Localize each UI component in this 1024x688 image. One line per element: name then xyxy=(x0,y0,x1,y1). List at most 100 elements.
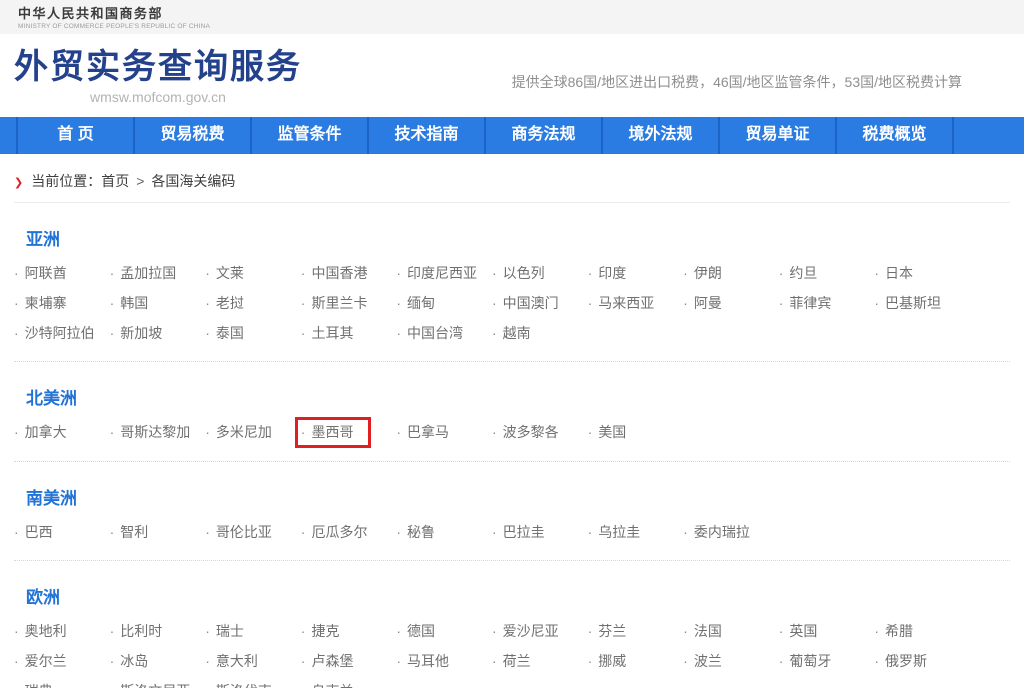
country-link[interactable]: 阿曼 xyxy=(694,295,722,311)
country-link[interactable]: 美国 xyxy=(598,424,626,440)
country-link[interactable]: 以色列 xyxy=(503,265,545,281)
country-link[interactable]: 越南 xyxy=(503,325,531,341)
country-link[interactable]: 斯洛伐克 xyxy=(216,683,272,688)
country-cell: ·委内瑞拉 xyxy=(683,517,779,547)
country-link[interactable]: 巴基斯坦 xyxy=(885,295,941,311)
country-link[interactable]: 斯里兰卡 xyxy=(311,295,367,311)
country-link[interactable]: 厄瓜多尔 xyxy=(311,524,367,540)
nav-item-4[interactable]: 技术指南 xyxy=(369,117,486,154)
country-link[interactable]: 波多黎各 xyxy=(503,424,559,440)
country-link[interactable]: 波兰 xyxy=(694,653,722,669)
nav-item-3[interactable]: 监管条件 xyxy=(252,117,369,154)
country-link[interactable]: 印度 xyxy=(598,265,626,281)
country-link[interactable]: 泰国 xyxy=(216,325,244,341)
country-link[interactable]: 中国澳门 xyxy=(503,295,559,311)
country-item: ·卢森堡 xyxy=(301,646,354,676)
country-link[interactable]: 卢森堡 xyxy=(311,653,353,669)
country-link[interactable]: 墨西哥 xyxy=(311,424,353,440)
country-link[interactable]: 新加坡 xyxy=(120,325,162,341)
country-link[interactable]: 德国 xyxy=(407,623,435,639)
country-link[interactable]: 中国台湾 xyxy=(407,325,463,341)
nav-items: 首 页贸易税费监管条件技术指南商务法规境外法规贸易单证税费概览 xyxy=(18,117,954,154)
country-link[interactable]: 俄罗斯 xyxy=(885,653,927,669)
country-link[interactable]: 巴西 xyxy=(25,524,53,540)
country-link[interactable]: 哥伦比亚 xyxy=(216,524,272,540)
country-link[interactable]: 巴拿马 xyxy=(407,424,449,440)
bullet-icon: · xyxy=(14,623,19,639)
ministry-name-cn: 中华人民共和国商务部 xyxy=(18,6,1024,22)
country-link[interactable]: 沙特阿拉伯 xyxy=(25,325,95,341)
country-link[interactable]: 印度尼西亚 xyxy=(407,265,477,281)
country-link[interactable]: 土耳其 xyxy=(311,325,353,341)
country-link[interactable]: 孟加拉国 xyxy=(120,265,176,281)
country-link[interactable]: 法国 xyxy=(694,623,722,639)
country-link[interactable]: 马耳他 xyxy=(407,653,449,669)
country-item: ·德国 xyxy=(396,616,435,646)
country-link[interactable]: 伊朗 xyxy=(694,265,722,281)
country-item: ·厄瓜多尔 xyxy=(301,517,368,547)
country-item: ·阿曼 xyxy=(683,288,722,318)
country-cell: ·以色列 xyxy=(492,258,588,288)
country-link[interactable]: 加拿大 xyxy=(25,424,67,440)
country-link[interactable]: 斯洛文尼亚 xyxy=(120,683,190,688)
country-link[interactable]: 荷兰 xyxy=(503,653,531,669)
bullet-icon: · xyxy=(110,653,115,669)
country-link[interactable]: 希腊 xyxy=(885,623,913,639)
country-cell: ·印度 xyxy=(588,258,684,288)
country-link[interactable]: 奥地利 xyxy=(25,623,67,639)
country-link[interactable]: 马来西亚 xyxy=(598,295,654,311)
country-link[interactable]: 文莱 xyxy=(216,265,244,281)
bullet-icon: · xyxy=(14,295,19,311)
country-item: ·巴拉圭 xyxy=(492,517,545,547)
nav-item-5[interactable]: 商务法规 xyxy=(486,117,603,154)
country-link[interactable]: 缅甸 xyxy=(407,295,435,311)
country-link[interactable]: 中国香港 xyxy=(311,265,367,281)
bullet-icon: · xyxy=(110,683,115,688)
country-link[interactable]: 葡萄牙 xyxy=(789,653,831,669)
country-link[interactable]: 巴拉圭 xyxy=(503,524,545,540)
country-link[interactable]: 柬埔寨 xyxy=(25,295,67,311)
nav-item-1[interactable]: 首 页 xyxy=(18,117,135,154)
country-link[interactable]: 爱尔兰 xyxy=(25,653,67,669)
bullet-icon: · xyxy=(110,295,115,311)
country-link[interactable]: 意大利 xyxy=(216,653,258,669)
region-section: 南美洲·巴西·智利·哥伦比亚·厄瓜多尔·秘鲁·巴拉圭·乌拉圭·委内瑞拉 xyxy=(14,462,1010,561)
country-link[interactable]: 瑞典 xyxy=(25,683,53,688)
country-cell: ·马耳他 xyxy=(396,646,492,676)
bullet-icon: · xyxy=(492,325,497,341)
breadcrumb-separator: > xyxy=(136,173,144,189)
country-link[interactable]: 爱沙尼亚 xyxy=(503,623,559,639)
country-link[interactable]: 挪威 xyxy=(598,653,626,669)
country-link[interactable]: 英国 xyxy=(789,623,817,639)
country-item: ·委内瑞拉 xyxy=(683,517,750,547)
bullet-icon: · xyxy=(205,623,210,639)
country-link[interactable]: 捷克 xyxy=(311,623,339,639)
country-link[interactable]: 韩国 xyxy=(120,295,148,311)
country-link[interactable]: 智利 xyxy=(120,524,148,540)
country-link[interactable]: 比利时 xyxy=(120,623,162,639)
country-item: · 柬埔寨 xyxy=(14,288,67,318)
country-link[interactable]: 日本 xyxy=(885,265,913,281)
country-link[interactable]: 瑞士 xyxy=(216,623,244,639)
country-link[interactable]: 乌克兰 xyxy=(311,683,353,688)
country-link[interactable]: 老挝 xyxy=(216,295,244,311)
breadcrumb-home-link[interactable]: 首页 xyxy=(101,173,129,189)
country-link[interactable]: 哥斯达黎加 xyxy=(120,424,190,440)
country-link[interactable]: 委内瑞拉 xyxy=(694,524,750,540)
ministry-banner: 中华人民共和国商务部 MINISTRY OF COMMERCE PEOPLE'S… xyxy=(0,0,1024,34)
country-link[interactable]: 约旦 xyxy=(789,265,817,281)
nav-item-7[interactable]: 贸易单证 xyxy=(720,117,837,154)
country-link[interactable]: 芬兰 xyxy=(598,623,626,639)
country-item: ·菲律宾 xyxy=(779,288,832,318)
country-item: · 越南 xyxy=(492,318,531,348)
country-link[interactable]: 多米尼加 xyxy=(216,424,272,440)
country-link[interactable]: 菲律宾 xyxy=(789,295,831,311)
country-link[interactable]: 冰岛 xyxy=(120,653,148,669)
country-link[interactable]: 乌拉圭 xyxy=(598,524,640,540)
nav-item-8[interactable]: 税费概览 xyxy=(837,117,954,154)
country-link[interactable]: 秘鲁 xyxy=(407,524,435,540)
nav-item-6[interactable]: 境外法规 xyxy=(603,117,720,154)
country-link[interactable]: 阿联酋 xyxy=(25,265,67,281)
country-item: ·印度尼西亚 xyxy=(396,258,477,288)
nav-item-2[interactable]: 贸易税费 xyxy=(135,117,252,154)
